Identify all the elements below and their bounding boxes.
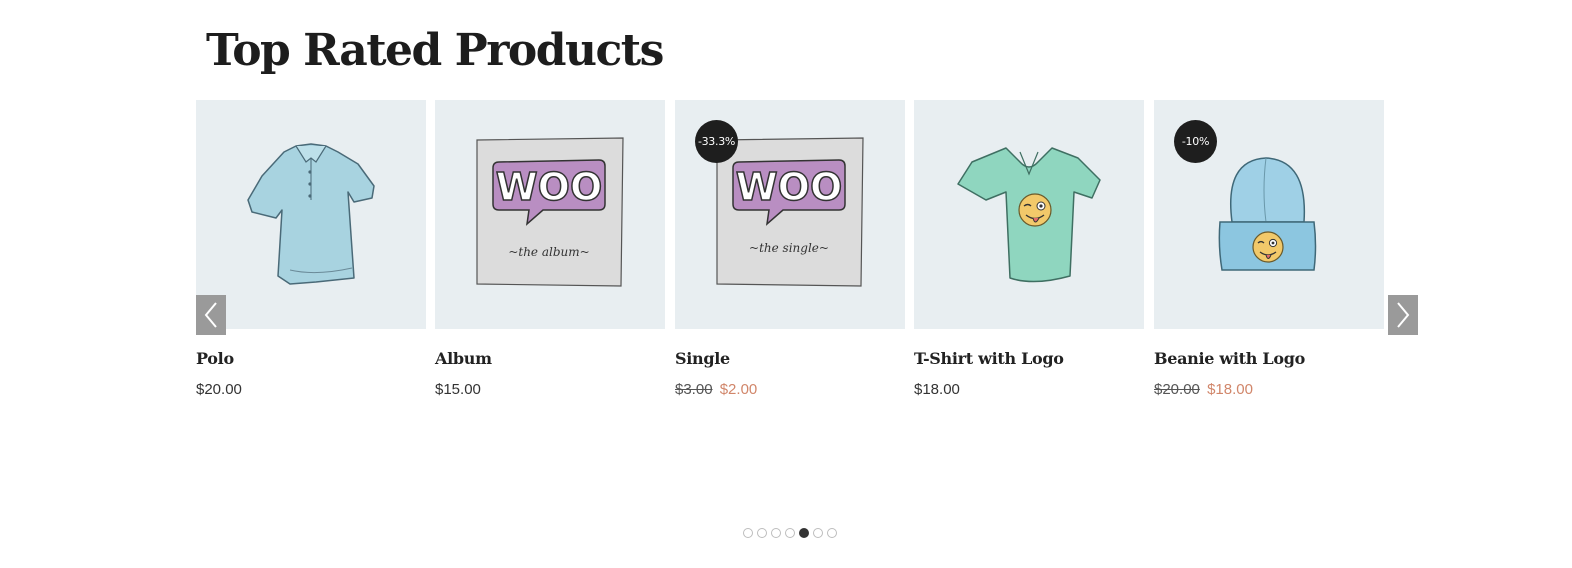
carousel-dot-2[interactable] <box>757 528 767 538</box>
sale-price: $18.00 <box>1207 381 1253 398</box>
product-card-polo: Polo $20.00 <box>196 100 426 398</box>
carousel-dot-4[interactable] <box>785 528 795 538</box>
product-image-link[interactable]: -10% <box>1154 100 1384 329</box>
product-image-link[interactable]: WOO ~the album~ <box>435 100 665 329</box>
single-art-caption: ~the single~ <box>749 241 829 255</box>
section-title: Top Rated Products <box>206 25 664 76</box>
carousel-next-button[interactable] <box>1388 295 1418 335</box>
product-title[interactable]: T-Shirt with Logo <box>914 349 1064 368</box>
current-price: $15.00 <box>435 381 481 398</box>
polo-shirt-image <box>247 143 375 285</box>
carousel-dot-1[interactable] <box>743 528 753 538</box>
product-card-beanie-with-logo: -10% Beanie with Logo $20.00 $18.00 <box>1154 100 1384 398</box>
product-carousel: Polo $20.00 WOO ~the album~ Album $15.00 <box>196 100 1384 420</box>
carousel-dot-3[interactable] <box>771 528 781 538</box>
chevron-left-icon <box>204 302 217 328</box>
product-title[interactable]: Polo <box>196 349 234 368</box>
product-title[interactable]: Single <box>675 349 730 368</box>
product-card-single: WOO ~the single~ -33.3% Single $3.00 $2.… <box>675 100 905 398</box>
tshirt-logo-image <box>957 147 1101 283</box>
chevron-right-icon <box>1397 302 1410 328</box>
current-price: $20.00 <box>196 381 242 398</box>
sale-badge: -10% <box>1174 120 1217 163</box>
product-image-link[interactable] <box>914 100 1144 329</box>
product-price: $3.00 $2.00 <box>675 381 757 398</box>
product-price: $18.00 <box>914 381 960 398</box>
product-image-link[interactable]: WOO ~the single~ -33.3% <box>675 100 905 329</box>
original-price: $3.00 <box>675 381 713 398</box>
product-price: $15.00 <box>435 381 481 398</box>
product-title[interactable]: Beanie with Logo <box>1154 349 1305 368</box>
carousel-dot-7[interactable] <box>827 528 837 538</box>
album-art-caption: ~the album~ <box>508 245 589 259</box>
product-card-album: WOO ~the album~ Album $15.00 <box>435 100 665 398</box>
sale-price: $2.00 <box>719 381 758 398</box>
product-image-link[interactable] <box>196 100 426 329</box>
single-art-word: WOO <box>736 165 843 209</box>
product-price: $20.00 $18.00 <box>1154 381 1253 398</box>
top-rated-products-section: Top Rated Products Polo $20.00 WOO ~the … <box>0 0 1572 568</box>
carousel-dot-5[interactable] <box>799 528 809 538</box>
original-price: $20.00 <box>1154 381 1200 398</box>
carousel-pagination <box>743 528 837 538</box>
product-card-tshirt-with-logo: T-Shirt with Logo $18.00 <box>914 100 1144 398</box>
product-price: $20.00 <box>196 381 242 398</box>
product-title[interactable]: Album <box>435 349 492 368</box>
carousel-prev-button[interactable] <box>196 295 226 335</box>
carousel-dot-6[interactable] <box>813 528 823 538</box>
album-art-word: WOO <box>496 165 603 209</box>
sale-badge: -33.3% <box>695 120 738 163</box>
album-cover-image: WOO ~the album~ <box>476 137 624 287</box>
current-price: $18.00 <box>914 381 960 398</box>
